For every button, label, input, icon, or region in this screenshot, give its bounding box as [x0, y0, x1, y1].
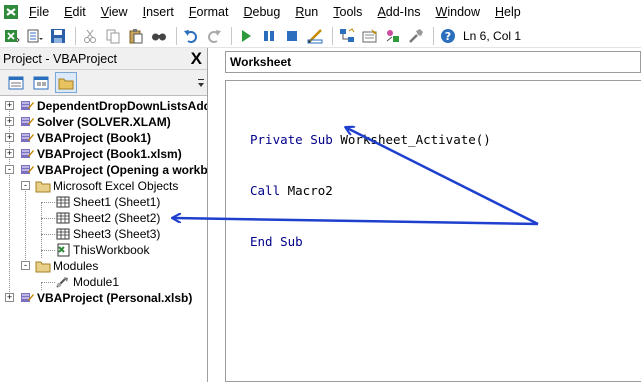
project-tree: + DependentDropDownListsAdd + Solver (SO… [0, 98, 207, 382]
project-explorer-pane: Project - VBAProject X + DependentDropDo… [0, 48, 208, 382]
worksheet-icon [55, 195, 71, 209]
workbook-icon [55, 243, 71, 257]
collapse-icon[interactable]: - [21, 181, 30, 190]
vba-project-icon [19, 99, 35, 113]
menu-debug[interactable]: Debug [243, 5, 280, 19]
code-window: Worksheet Private Sub Worksheet_Activate… [214, 48, 641, 382]
excel-view-icon[interactable] [2, 26, 21, 45]
tree-folder-modules[interactable]: - Modules [21, 258, 98, 274]
toolbar-separator [332, 26, 333, 45]
tree-item-project[interactable]: + VBAProject (Book1) [5, 130, 151, 146]
cut-icon[interactable] [80, 26, 99, 45]
menu-file[interactable]: File [29, 5, 49, 19]
close-icon[interactable]: X [191, 50, 202, 67]
collapse-icon[interactable]: - [21, 261, 30, 270]
expand-icon[interactable]: + [5, 293, 14, 302]
tree-item-sheet1[interactable]: Sheet1 (Sheet1) [41, 194, 160, 210]
menu-bar: File Edit View Insert Format Debug Run T… [0, 0, 641, 24]
paste-icon[interactable] [126, 26, 145, 45]
reset-icon[interactable] [282, 26, 301, 45]
copy-icon[interactable] [103, 26, 122, 45]
expand-icon[interactable]: + [5, 133, 14, 142]
toolbar-separator [176, 26, 177, 45]
project-explorer-title: Project - VBAProject [3, 51, 117, 66]
tree-connector [41, 234, 55, 235]
tree-item-project[interactable]: + DependentDropDownListsAdd [5, 98, 207, 114]
break-icon[interactable] [259, 26, 278, 45]
toolbar-separator [433, 26, 434, 45]
code-line: End Sub [250, 234, 303, 249]
tree-item-sheet2[interactable]: Sheet2 (Sheet2) [41, 210, 160, 226]
toolbox-icon[interactable] [406, 26, 425, 45]
project-explorer-icon[interactable] [337, 26, 356, 45]
expand-icon[interactable]: + [5, 101, 14, 110]
tree-item-project[interactable]: + VBAProject (Book1.xlsm) [5, 146, 182, 162]
vba-project-icon [19, 131, 35, 145]
menu-edit[interactable]: Edit [64, 5, 86, 19]
menu-help[interactable]: Help [495, 5, 521, 19]
menu-insert[interactable]: Insert [143, 5, 174, 19]
project-explorer-toolbar [0, 70, 207, 96]
menu-window[interactable]: Window [436, 5, 480, 19]
menu-format[interactable]: Format [189, 5, 229, 19]
tree-item-module1[interactable]: Module1 [41, 274, 119, 290]
vba-project-icon [19, 147, 35, 161]
tree-item-project[interactable]: + Solver (SOLVER.XLAM) [5, 114, 171, 130]
cursor-position-status: Ln 6, Col 1 [463, 28, 522, 43]
vba-project-icon [19, 291, 35, 305]
vba-project-icon [19, 115, 35, 129]
code-text: Private Sub Worksheet_Activate() Call Ma… [250, 97, 491, 284]
tree-connector [41, 218, 55, 219]
help-icon[interactable]: ? [438, 26, 457, 45]
toggle-folders-icon[interactable] [55, 72, 77, 93]
tree-connector [41, 202, 55, 203]
code-line: Call Macro2 [250, 183, 333, 198]
menu-add-ins[interactable]: Add-Ins [377, 5, 420, 19]
redo-icon[interactable] [204, 26, 223, 45]
folder-icon [35, 259, 51, 273]
tree-item-project-opening-workbook[interactable]: - VBAProject (Opening a workbo [5, 162, 207, 178]
vba-app-icon[interactable] [3, 4, 19, 20]
menu-tools[interactable]: Tools [333, 5, 362, 19]
code-editor[interactable]: Private Sub Worksheet_Activate() Call Ma… [225, 80, 641, 382]
tree-folder-excel-objects[interactable]: - Microsoft Excel Objects [21, 178, 178, 194]
view-code-icon[interactable] [5, 72, 27, 93]
tree-item-sheet3[interactable]: Sheet3 (Sheet3) [41, 226, 160, 242]
toolbar-separator [231, 26, 232, 45]
tree-item-thisworkbook[interactable]: ThisWorkbook [41, 242, 149, 258]
collapse-icon[interactable]: - [5, 165, 14, 174]
find-icon[interactable] [149, 26, 168, 45]
standard-toolbar: ? Ln 6, Col 1 [0, 24, 641, 48]
folder-icon [35, 179, 51, 193]
save-icon[interactable] [48, 26, 67, 45]
run-icon[interactable] [236, 26, 255, 45]
scroll-down-icon[interactable] [196, 73, 206, 93]
object-combo[interactable]: Worksheet [225, 51, 641, 73]
object-combo-value: Worksheet [230, 55, 292, 69]
svg-text:?: ? [444, 30, 450, 43]
toolbar-separator [75, 26, 76, 45]
worksheet-icon [55, 227, 71, 241]
expand-icon[interactable]: + [5, 117, 14, 126]
tree-connector [41, 282, 55, 283]
tree-connector [25, 186, 26, 266]
worksheet-icon [55, 211, 71, 225]
module-icon [55, 275, 71, 289]
code-line: Private Sub Worksheet_Activate() [250, 132, 491, 147]
tree-item-project-personal[interactable]: + VBAProject (Personal.xlsb) [5, 290, 192, 306]
insert-module-icon[interactable] [25, 26, 44, 45]
menu-run[interactable]: Run [295, 5, 318, 19]
vba-project-icon [19, 163, 35, 177]
design-mode-icon[interactable] [305, 26, 324, 45]
object-browser-icon[interactable] [383, 26, 402, 45]
properties-icon[interactable] [360, 26, 379, 45]
view-object-icon[interactable] [30, 72, 52, 93]
project-explorer-titlebar: Project - VBAProject X [0, 48, 207, 70]
undo-icon[interactable] [181, 26, 200, 45]
tree-connector [41, 250, 55, 251]
expand-icon[interactable]: + [5, 149, 14, 158]
menu-view[interactable]: View [101, 5, 128, 19]
